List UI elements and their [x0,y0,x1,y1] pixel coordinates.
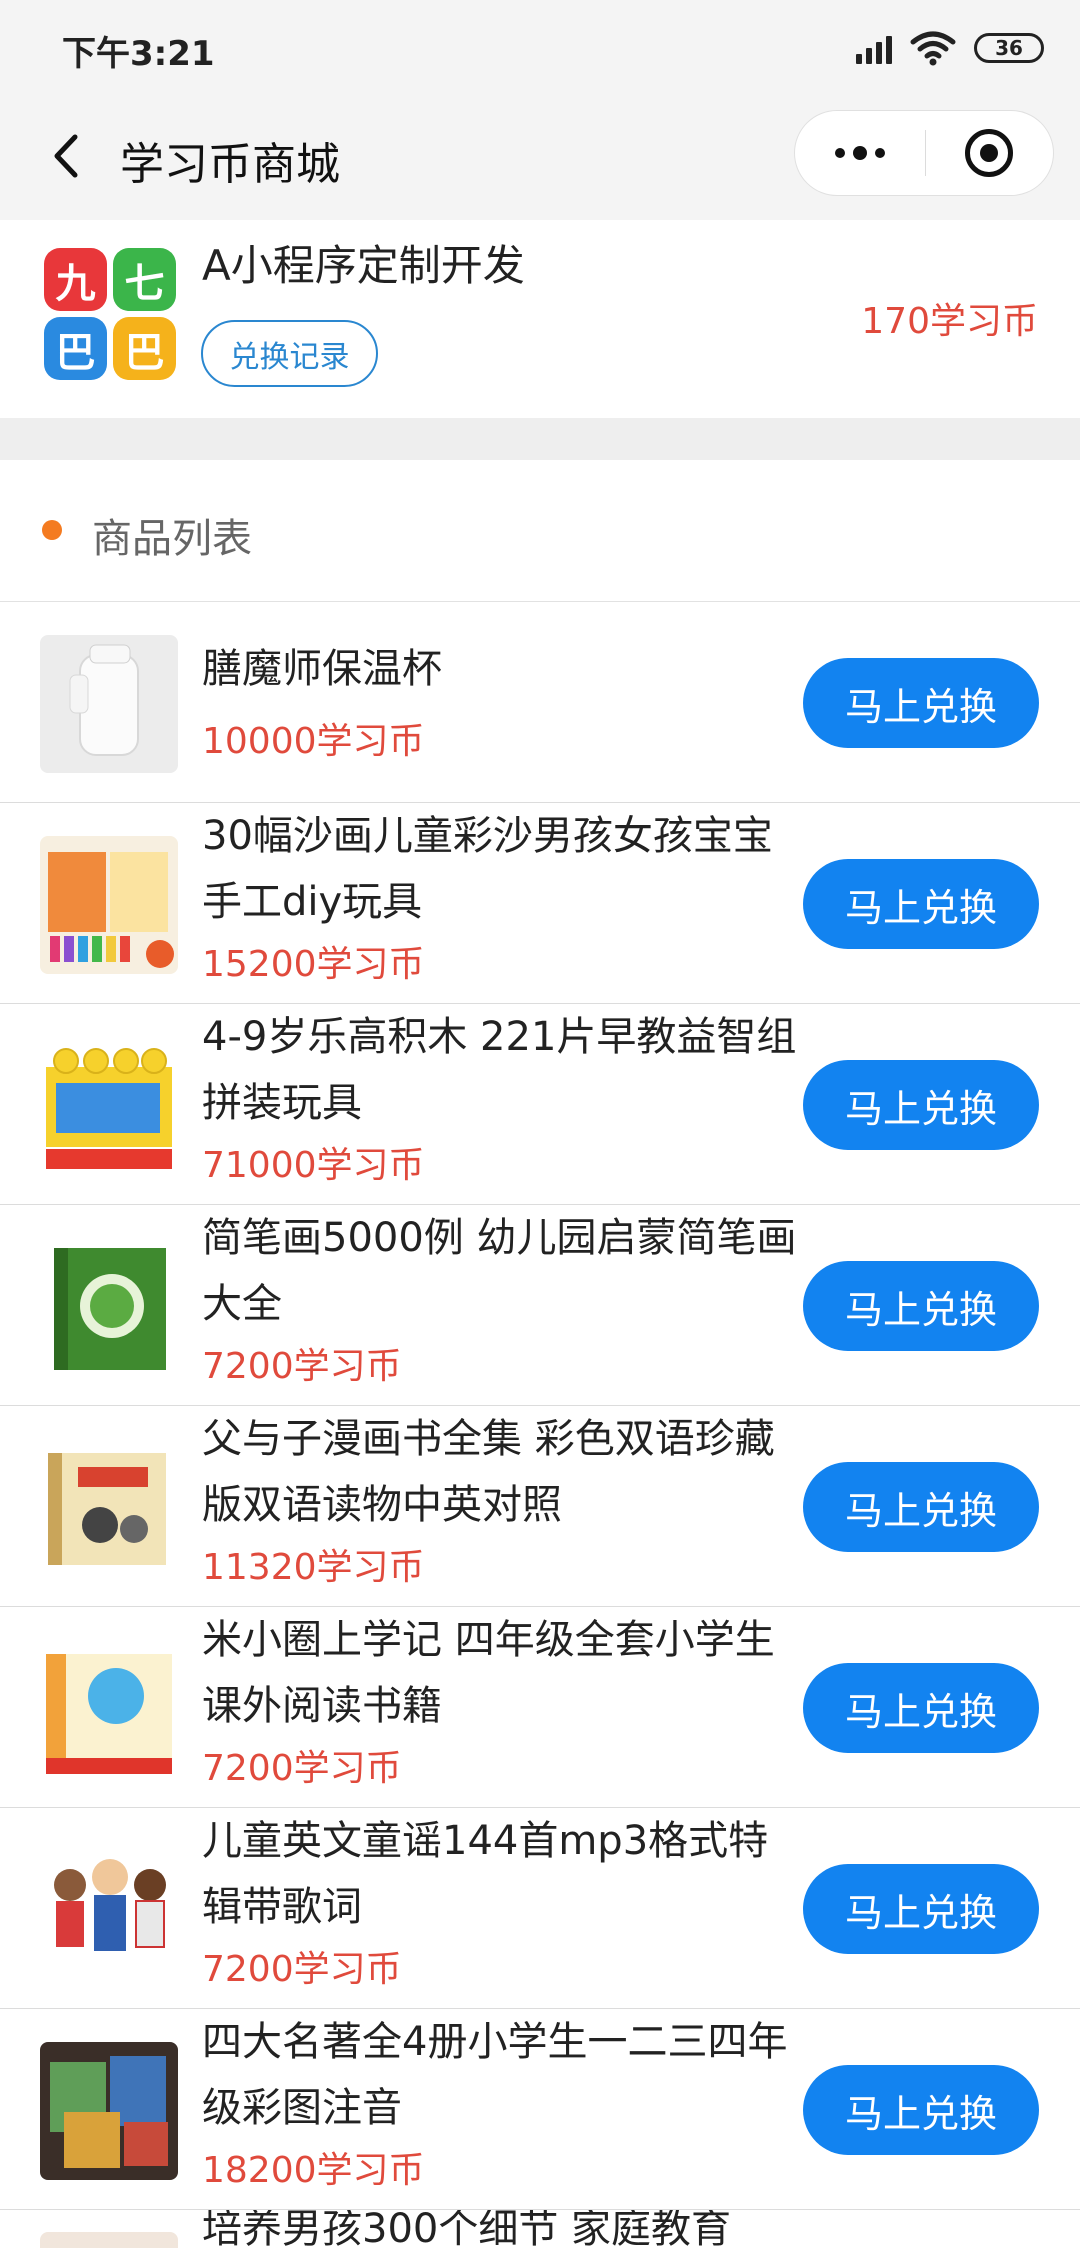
section-header: 商品列表 [0,460,1080,602]
signal-icon [856,32,892,64]
product-price: 11320学习币 [202,1547,425,1588]
redeem-button[interactable]: 马上兑换 [803,658,1039,748]
product-item[interactable]: 儿童英文童谣144首mp3格式特辑带歌词 7200学习币 马上兑换 [0,1808,1080,2009]
product-price: 71000学习币 [202,1145,425,1186]
back-button[interactable] [38,128,94,184]
product-name: 4-9岁乐高积木 221片早教益智组拼装玩具 [202,1014,797,1126]
product-item[interactable]: 简笔画5000例 幼儿园启蒙简笔画大全 7200学习币 马上兑换 [0,1205,1080,1406]
product-item[interactable]: 30幅沙画儿童彩沙男孩女孩宝宝手工diy玩具 15200学习币 马上兑换 [0,803,1080,1004]
product-name: 膳魔师保温杯 [202,646,442,692]
battery-icon: 36 [974,33,1044,63]
redeem-button[interactable]: 马上兑换 [803,859,1039,949]
section-divider [0,418,1080,460]
more-dot-icon [852,146,867,160]
product-image [40,1640,178,1778]
logo-tile: 九 [44,248,107,311]
status-icons: 36 [856,28,1044,68]
product-image [40,2232,178,2248]
more-options-button[interactable] [795,110,925,196]
product-image [40,1238,178,1376]
more-dot-icon [834,148,845,158]
product-price: 7200学习币 [202,1346,402,1387]
product-name: 培养男孩300个细节 家庭教育 [202,2210,732,2248]
product-list: 膳魔师保温杯 10000学习币 马上兑换 30幅沙画儿童彩沙男孩女孩宝宝手工di… [0,602,1080,2210]
exchange-record-button[interactable]: 兑换记录 [201,320,378,387]
status-bar: 下午3:21 36 [0,0,1080,96]
product-item[interactable]: 父与子漫画书全集 彩色双语珍藏版双语读物中英对照 11320学习币 马上兑换 [0,1406,1080,1607]
more-dot-icon [874,148,885,158]
product-item[interactable]: 四大名著全4册小学生一二三四年级彩图注音 18200学习币 马上兑换 [0,2009,1080,2210]
product-price: 18200学习币 [202,2150,425,2191]
shop-name: A小程序定制开发 [202,241,525,290]
logo-tile: 巴 [44,317,107,380]
redeem-button[interactable]: 马上兑换 [803,2065,1039,2155]
product-name: 儿童英文童谣144首mp3格式特辑带歌词 [202,1818,769,1930]
close-mini-program-button[interactable] [926,110,1054,196]
product-image [40,635,178,773]
product-name: 米小圈上学记 四年级全套小学生课外阅读书籍 [202,1617,775,1729]
page-title: 学习币商城 [120,139,340,190]
product-item[interactable]: 米小圈上学记 四年级全套小学生课外阅读书籍 7200学习币 马上兑换 [0,1607,1080,1808]
product-image [40,1439,178,1577]
section-bullet-icon [42,520,62,540]
nav-bar: 学习币商城 [0,96,1080,220]
product-image [40,2042,178,2180]
shop-logo: 九 七 巴 巴 [44,248,176,380]
product-name: 30幅沙画儿童彩沙男孩女孩宝宝手工diy玩具 [202,813,773,925]
product-item[interactable]: 膳魔师保温杯 10000学习币 马上兑换 [0,602,1080,803]
product-name: 简笔画5000例 幼儿园启蒙简笔画大全 [202,1215,797,1327]
profile-card: 九 七 巴 巴 A小程序定制开发 兑换记录 170学习币 [0,220,1080,418]
coin-balance: 170学习币 [861,301,1038,342]
product-image [40,1841,178,1979]
product-price: 15200学习币 [202,944,425,985]
redeem-button[interactable]: 马上兑换 [803,1261,1039,1351]
redeem-button[interactable]: 马上兑换 [803,1864,1039,1954]
product-image [40,1037,178,1175]
redeem-button[interactable]: 马上兑换 [803,1663,1039,1753]
product-name: 父与子漫画书全集 彩色双语珍藏版双语读物中英对照 [202,1416,775,1528]
back-arrow-icon [54,134,78,178]
logo-tile: 巴 [113,317,176,380]
logo-tile: 七 [113,248,176,311]
wifi-icon [910,31,956,66]
product-price: 7200学习币 [202,1748,402,1789]
section-title: 商品列表 [92,516,252,562]
redeem-button[interactable]: 马上兑换 [803,1060,1039,1150]
target-icon [965,129,1014,177]
mini-program-capsule [794,110,1054,196]
product-price: 10000学习币 [202,721,425,762]
product-item[interactable]: 4-9岁乐高积木 221片早教益智组拼装玩具 71000学习币 马上兑换 [0,1004,1080,1205]
product-name: 四大名著全4册小学生一二三四年级彩图注音 [202,2019,788,2131]
product-price: 7200学习币 [202,1949,402,1990]
status-time: 下午3:21 [62,34,215,74]
redeem-button[interactable]: 马上兑换 [803,1462,1039,1552]
product-image [40,836,178,974]
product-item-partial[interactable]: 培养男孩300个细节 家庭教育 [0,2210,1080,2248]
